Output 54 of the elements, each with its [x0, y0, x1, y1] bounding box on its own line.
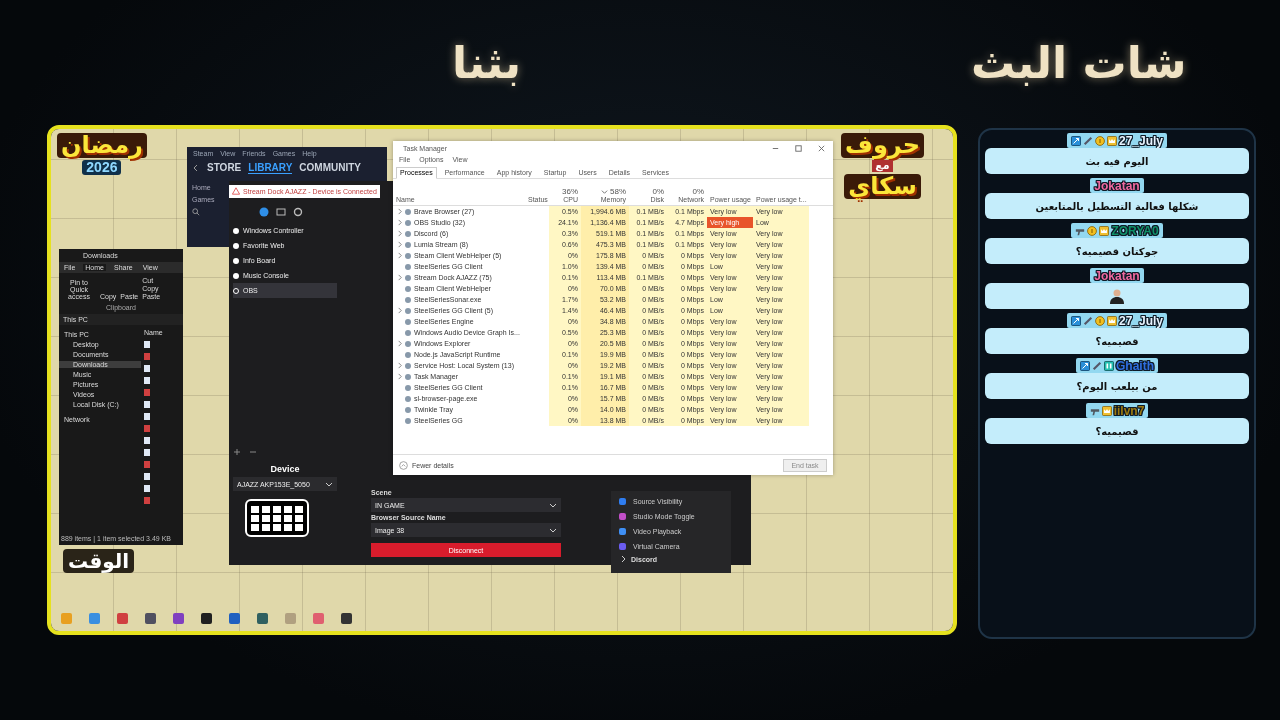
logo-title: الوقت	[63, 549, 135, 573]
nav-tab[interactable]: COMMUNITY	[299, 162, 362, 174]
crown-badge-icon	[1106, 135, 1117, 146]
taskbar-app-icon[interactable]	[201, 613, 212, 624]
search-icon[interactable]	[192, 208, 200, 216]
message-text: اليوم فيه بث	[1085, 155, 1149, 167]
sword-badge-icon	[1082, 135, 1093, 146]
crown-badge-icon	[1101, 405, 1112, 416]
coin-badge-icon	[1094, 135, 1105, 146]
crown-badge-icon	[1106, 315, 1117, 326]
pickaxe-badge-icon	[1070, 135, 1081, 146]
nav-tab[interactable]: LIBRARY	[248, 162, 293, 174]
add-icon[interactable]	[233, 448, 241, 456]
keypad-icon[interactable]	[276, 207, 286, 217]
message-text: شكلها فعالية التسطيل بالمتابعين	[1035, 200, 1199, 212]
chevron-down-icon[interactable]	[549, 526, 557, 534]
taskbar-app-icon[interactable]	[341, 613, 352, 624]
message-text: قصيميه؟	[1095, 425, 1139, 437]
back-icon[interactable]	[192, 164, 200, 172]
device-label: Device	[269, 464, 301, 474]
message-text: من بيلعب اليوم؟	[1076, 380, 1158, 392]
nav-tab[interactable]: STORE	[207, 162, 242, 174]
maximize-icon[interactable]	[794, 143, 803, 153]
logo-word: مع	[872, 160, 893, 172]
logo-title: سكاي	[844, 173, 921, 199]
letter-badge-icon	[1104, 360, 1114, 371]
stream-title: بثنا	[452, 37, 521, 88]
sword-badge-icon	[1082, 315, 1093, 326]
coin-badge-icon	[1094, 315, 1105, 326]
message-text: جوكتان قصيميه؟	[1075, 245, 1159, 257]
sword-badge-icon	[1092, 360, 1102, 371]
coin-badge-icon	[1087, 225, 1098, 236]
logo-title: رمضان	[57, 133, 147, 159]
logo-title: حروف	[841, 133, 925, 159]
profile-icon[interactable]	[259, 207, 269, 217]
taskbar-app-icon[interactable]	[257, 613, 268, 624]
remove-icon[interactable]	[249, 448, 257, 456]
keypad-drawing	[245, 499, 309, 537]
person-emote-icon	[1109, 288, 1125, 304]
pickaxe-badge-icon	[1080, 360, 1090, 371]
chevron-right-icon[interactable]	[619, 555, 627, 563]
taskbar-app-icon[interactable]	[145, 613, 156, 624]
crown-badge-icon	[1099, 225, 1110, 236]
logo-year: 2026	[82, 160, 122, 175]
collapse-icon[interactable]	[399, 460, 408, 470]
chevron-down-icon[interactable]	[325, 480, 333, 488]
chevron-down-icon[interactable]	[549, 501, 557, 509]
pickaxe-badge-icon	[1070, 315, 1081, 326]
warning-icon	[232, 187, 240, 195]
settings-icon[interactable]	[293, 207, 303, 217]
taskbar-app-icon[interactable]	[173, 613, 184, 624]
message-text: قصيميه؟	[1095, 335, 1139, 347]
close-icon[interactable]	[817, 143, 826, 153]
chat-title: شات البث	[970, 37, 1187, 88]
